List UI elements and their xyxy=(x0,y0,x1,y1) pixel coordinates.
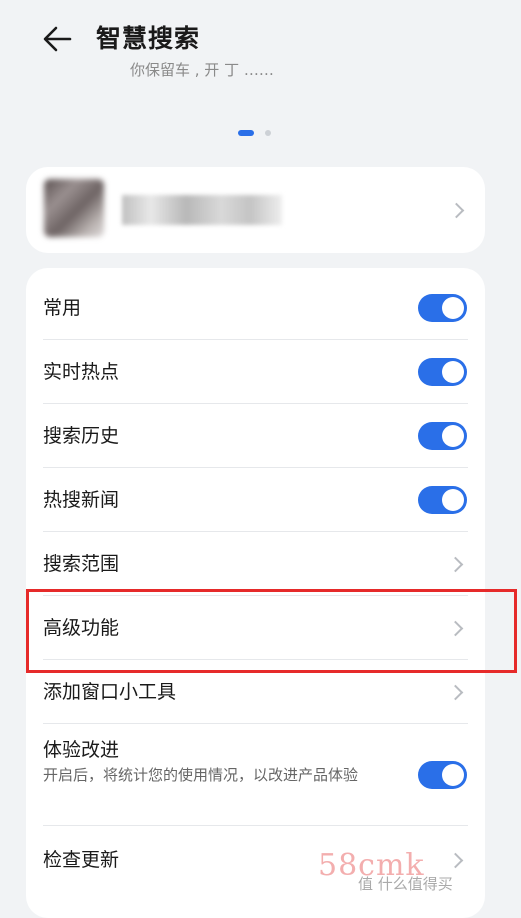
setting-row-search-scope[interactable]: 搜索范围 xyxy=(26,532,485,596)
app-header: 智慧搜索 你保留车 , 开 丁 …… xyxy=(0,0,521,80)
setting-row-add-widget[interactable]: 添加窗口小工具 xyxy=(26,660,485,724)
setting-row-advanced-features[interactable]: 高级功能 xyxy=(26,596,485,660)
hot-news-toggle[interactable] xyxy=(418,486,467,514)
setting-label: 搜索历史 xyxy=(43,425,120,447)
feature-description-partial: 你保留车 , 开 丁 …… xyxy=(130,61,274,78)
chevron-right-icon xyxy=(447,556,464,573)
account-card[interactable] xyxy=(26,167,485,253)
setting-label: 热搜新闻 xyxy=(43,489,120,511)
setting-label: 体验改进 xyxy=(43,739,120,761)
setting-label: 实时热点 xyxy=(43,361,120,383)
back-button[interactable] xyxy=(38,20,78,58)
back-arrow-icon xyxy=(43,26,72,52)
avatar xyxy=(44,179,104,237)
search-history-toggle[interactable] xyxy=(418,422,467,450)
setting-label: 搜索范围 xyxy=(43,553,120,575)
chevron-right-icon xyxy=(448,202,465,219)
page-title: 智慧搜索 xyxy=(96,24,201,53)
watermark-secondary: 值 什么值得买 xyxy=(358,875,453,893)
chevron-right-icon xyxy=(447,684,464,701)
chevron-right-icon xyxy=(447,620,464,637)
setting-row-hot-news[interactable]: 热搜新闻 xyxy=(26,468,485,532)
setting-row-search-history[interactable]: 搜索历史 xyxy=(26,404,485,468)
page-dot-active xyxy=(238,130,254,136)
experience-improvement-toggle[interactable] xyxy=(418,761,467,789)
setting-row-experience-improvement[interactable]: 体验改进 开启后，将统计您的使用情况，以改进产品体验 xyxy=(26,724,485,826)
setting-description: 开启后，将统计您的使用情况，以改进产品体验 xyxy=(43,766,359,784)
setting-row-trending[interactable]: 实时热点 xyxy=(26,340,485,404)
page-dot xyxy=(265,130,271,136)
setting-label: 高级功能 xyxy=(43,617,120,639)
setting-row-common[interactable]: 常用 xyxy=(26,276,485,340)
common-toggle[interactable] xyxy=(418,294,467,322)
chevron-right-icon xyxy=(447,852,464,869)
account-name-blurred xyxy=(122,195,282,225)
setting-label: 添加窗口小工具 xyxy=(43,681,177,703)
setting-label: 检查更新 xyxy=(43,849,120,871)
trending-toggle[interactable] xyxy=(418,358,467,386)
settings-list: 常用 实时热点 搜索历史 热搜新闻 搜索范围 高级功能 添加窗口小工具 体验改进… xyxy=(26,268,485,918)
setting-label: 常用 xyxy=(43,297,82,319)
